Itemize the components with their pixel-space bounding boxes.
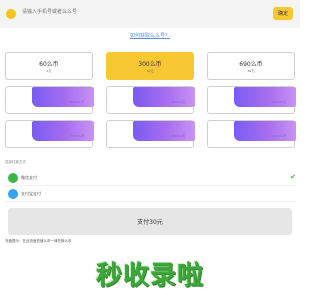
pay-button[interactable]: 支付30元 <box>8 208 292 235</box>
promo-banner <box>32 87 94 107</box>
promo-banner <box>133 87 195 107</box>
promo-text: 2000么币 <box>272 100 286 104</box>
package-price: 6元 <box>46 69 52 73</box>
package-amount: 60么币 <box>39 61 59 68</box>
promo-text: 2000么币 <box>171 134 185 138</box>
package-price: 30元 <box>146 69 154 73</box>
package-price: 69元 <box>247 69 255 73</box>
payment-option-label: 微信支付 <box>21 175 37 180</box>
app-logo-icon <box>6 9 16 19</box>
top-bar: 确定 <box>0 0 300 28</box>
account-search-input[interactable] <box>20 8 224 16</box>
promo-card[interactable]: 2000么币 <box>106 86 195 114</box>
promo-card[interactable]: 2000么币 <box>5 86 94 114</box>
promo-banner <box>32 121 94 141</box>
promo-banner <box>234 87 296 107</box>
promo-banner <box>133 121 195 141</box>
payment-option-wechat[interactable]: 微信支付 ✔ <box>5 171 297 186</box>
payment-section-title: 选择付款方式 <box>5 160 26 164</box>
recharge-notice: 充值提示：在此页面充值么币一律兑换么币 <box>5 239 72 243</box>
promo-text: 2000么币 <box>171 100 185 104</box>
promo-text: 2000么币 <box>272 134 286 138</box>
promo-text: 2000么币 <box>70 100 84 104</box>
promo-card[interactable]: 2000么币 <box>5 120 94 148</box>
package-amount: 690么币 <box>239 61 263 68</box>
package-amount: 300么币 <box>138 61 162 68</box>
payment-option-alipay[interactable]: 支付宝支付 <box>5 187 297 202</box>
package-card-690[interactable]: 690么币 69元 <box>207 52 295 80</box>
package-card-60[interactable]: 60么币 6元 <box>5 52 93 80</box>
watermark: 秒收录啦 <box>95 261 204 291</box>
help-link[interactable]: 如何获取么么号？ <box>0 32 300 39</box>
promo-banner <box>234 121 296 141</box>
promo-text: 2000么币 <box>70 134 84 138</box>
package-card-300[interactable]: 300么币 30元 <box>106 52 194 80</box>
confirm-button[interactable]: 确定 <box>273 7 293 20</box>
payment-option-label: 支付宝支付 <box>21 191 41 196</box>
promo-card[interactable]: 2000么币 <box>207 120 296 148</box>
promo-card[interactable]: 2000么币 <box>106 120 195 148</box>
check-icon: ✔ <box>290 173 296 181</box>
alipay-icon <box>8 189 18 199</box>
wechat-icon <box>8 173 18 183</box>
promo-card[interactable]: 2000么币 <box>207 86 296 114</box>
